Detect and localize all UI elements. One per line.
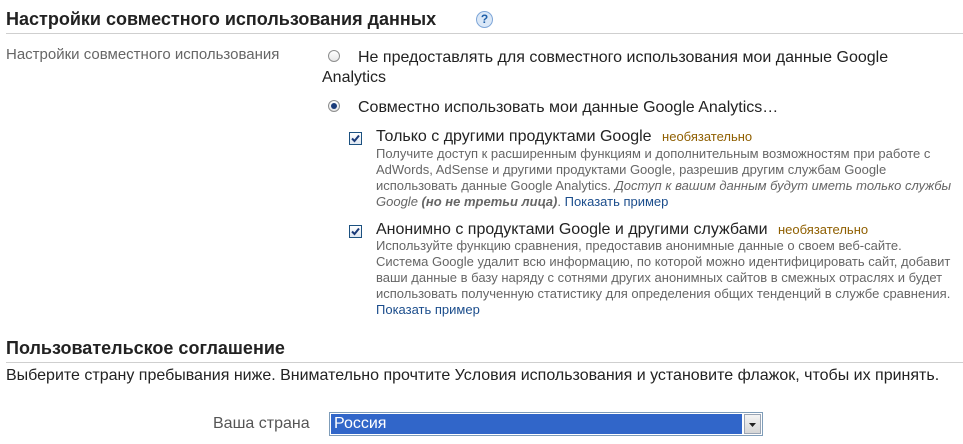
sharing-settings-title: Настройки совместного использования данн… xyxy=(6,9,437,29)
sub2-title[interactable]: Анонимно с продуктами Google и другими с… xyxy=(376,221,768,238)
checkbox-anonymous[interactable] xyxy=(349,225,362,238)
help-icon[interactable]: ? xyxy=(476,11,493,28)
checkbox-google-products[interactable] xyxy=(349,132,362,145)
dropdown-button[interactable] xyxy=(744,414,761,434)
sub1-title[interactable]: Только с другими продуктами Google xyxy=(376,128,652,145)
sub2-header: Анонимно с продуктами Google и другими с… xyxy=(376,220,868,240)
radio-share[interactable] xyxy=(328,100,340,112)
sub1-show-example-link[interactable]: Показать пример xyxy=(565,194,669,209)
country-select[interactable]: Россия xyxy=(329,412,763,436)
sub1-optional-badge: необязательно xyxy=(662,129,753,144)
sub2-show-example-link[interactable]: Показать пример xyxy=(376,302,480,317)
agreement-title: Пользовательское соглашение xyxy=(6,338,285,358)
sub1-desc-bold: (но не третьи лица) xyxy=(421,194,558,209)
section-divider xyxy=(6,362,963,363)
sharing-row-label: Настройки совместного использования xyxy=(6,46,280,63)
radio-share-label[interactable]: Совместно использовать мои данные Google… xyxy=(358,98,778,118)
checkmark-icon xyxy=(351,227,360,236)
chevron-down-icon xyxy=(749,423,756,427)
sub1-header: Только с другими продуктами Google необя… xyxy=(376,127,752,147)
sub2-optional-badge: необязательно xyxy=(777,222,869,237)
checkmark-icon xyxy=(351,134,360,143)
agreement-instructions: Выберите страну пребывания ниже. Внимате… xyxy=(6,367,940,384)
radio-no-share-label[interactable]: Не предоставлять для совместного использ… xyxy=(322,48,952,88)
sub2-description: Используйте функцию сравнения, предостав… xyxy=(376,238,956,318)
sub1-description: Получите доступ к расширенным функциям и… xyxy=(376,146,952,209)
section-divider xyxy=(6,33,963,34)
country-select-value[interactable]: Россия xyxy=(331,414,742,434)
sub2-desc-text: Используйте функцию сравнения, предостав… xyxy=(376,238,951,301)
country-label: Ваша страна xyxy=(213,415,310,432)
